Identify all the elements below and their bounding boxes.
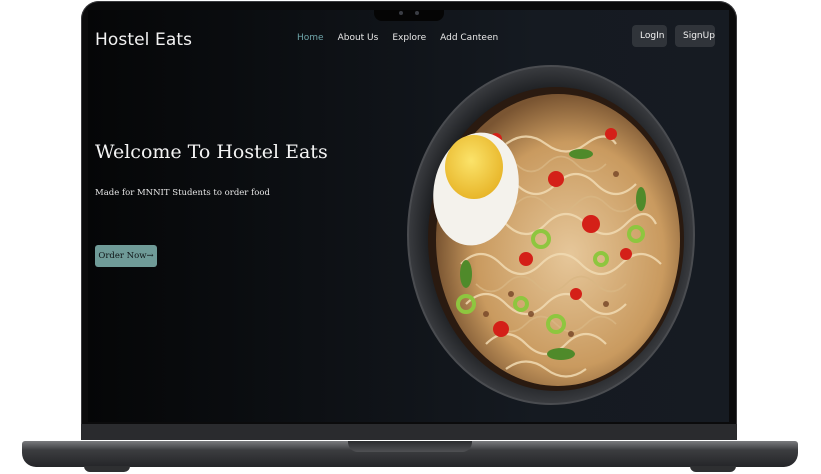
laptop-bezel [81,424,737,440]
camera-icon [399,11,403,15]
laptop-foot-right [690,466,736,472]
camera-notch [374,10,444,21]
laptop-foot-left [84,466,130,472]
nav-add-canteen[interactable]: Add Canteen [440,33,498,43]
nav-explore[interactable]: Explore [392,33,426,43]
order-now-button[interactable]: Order Now→ [95,245,157,267]
sensor-icon [415,11,419,15]
noodle-bowl-icon [407,65,695,405]
hero-title: Welcome To Hostel Eats [95,141,328,163]
nav-about-us[interactable]: About Us [338,33,379,43]
hero-subtitle: Made for MNNIT Students to order food [95,188,270,198]
nav-home[interactable]: Home [297,33,324,43]
brand-logo[interactable]: Hostel Eats [95,30,192,50]
main-nav: Home About Us Explore Add Canteen [297,33,498,43]
login-button[interactable]: LogIn [632,25,667,47]
laptop-screen: Hostel Eats Home About Us Explore Add Ca… [88,10,729,422]
laptop-trackpad-notch [348,441,472,452]
signup-button[interactable]: SignUp [675,25,715,47]
noodle-bowl-image [406,64,696,406]
